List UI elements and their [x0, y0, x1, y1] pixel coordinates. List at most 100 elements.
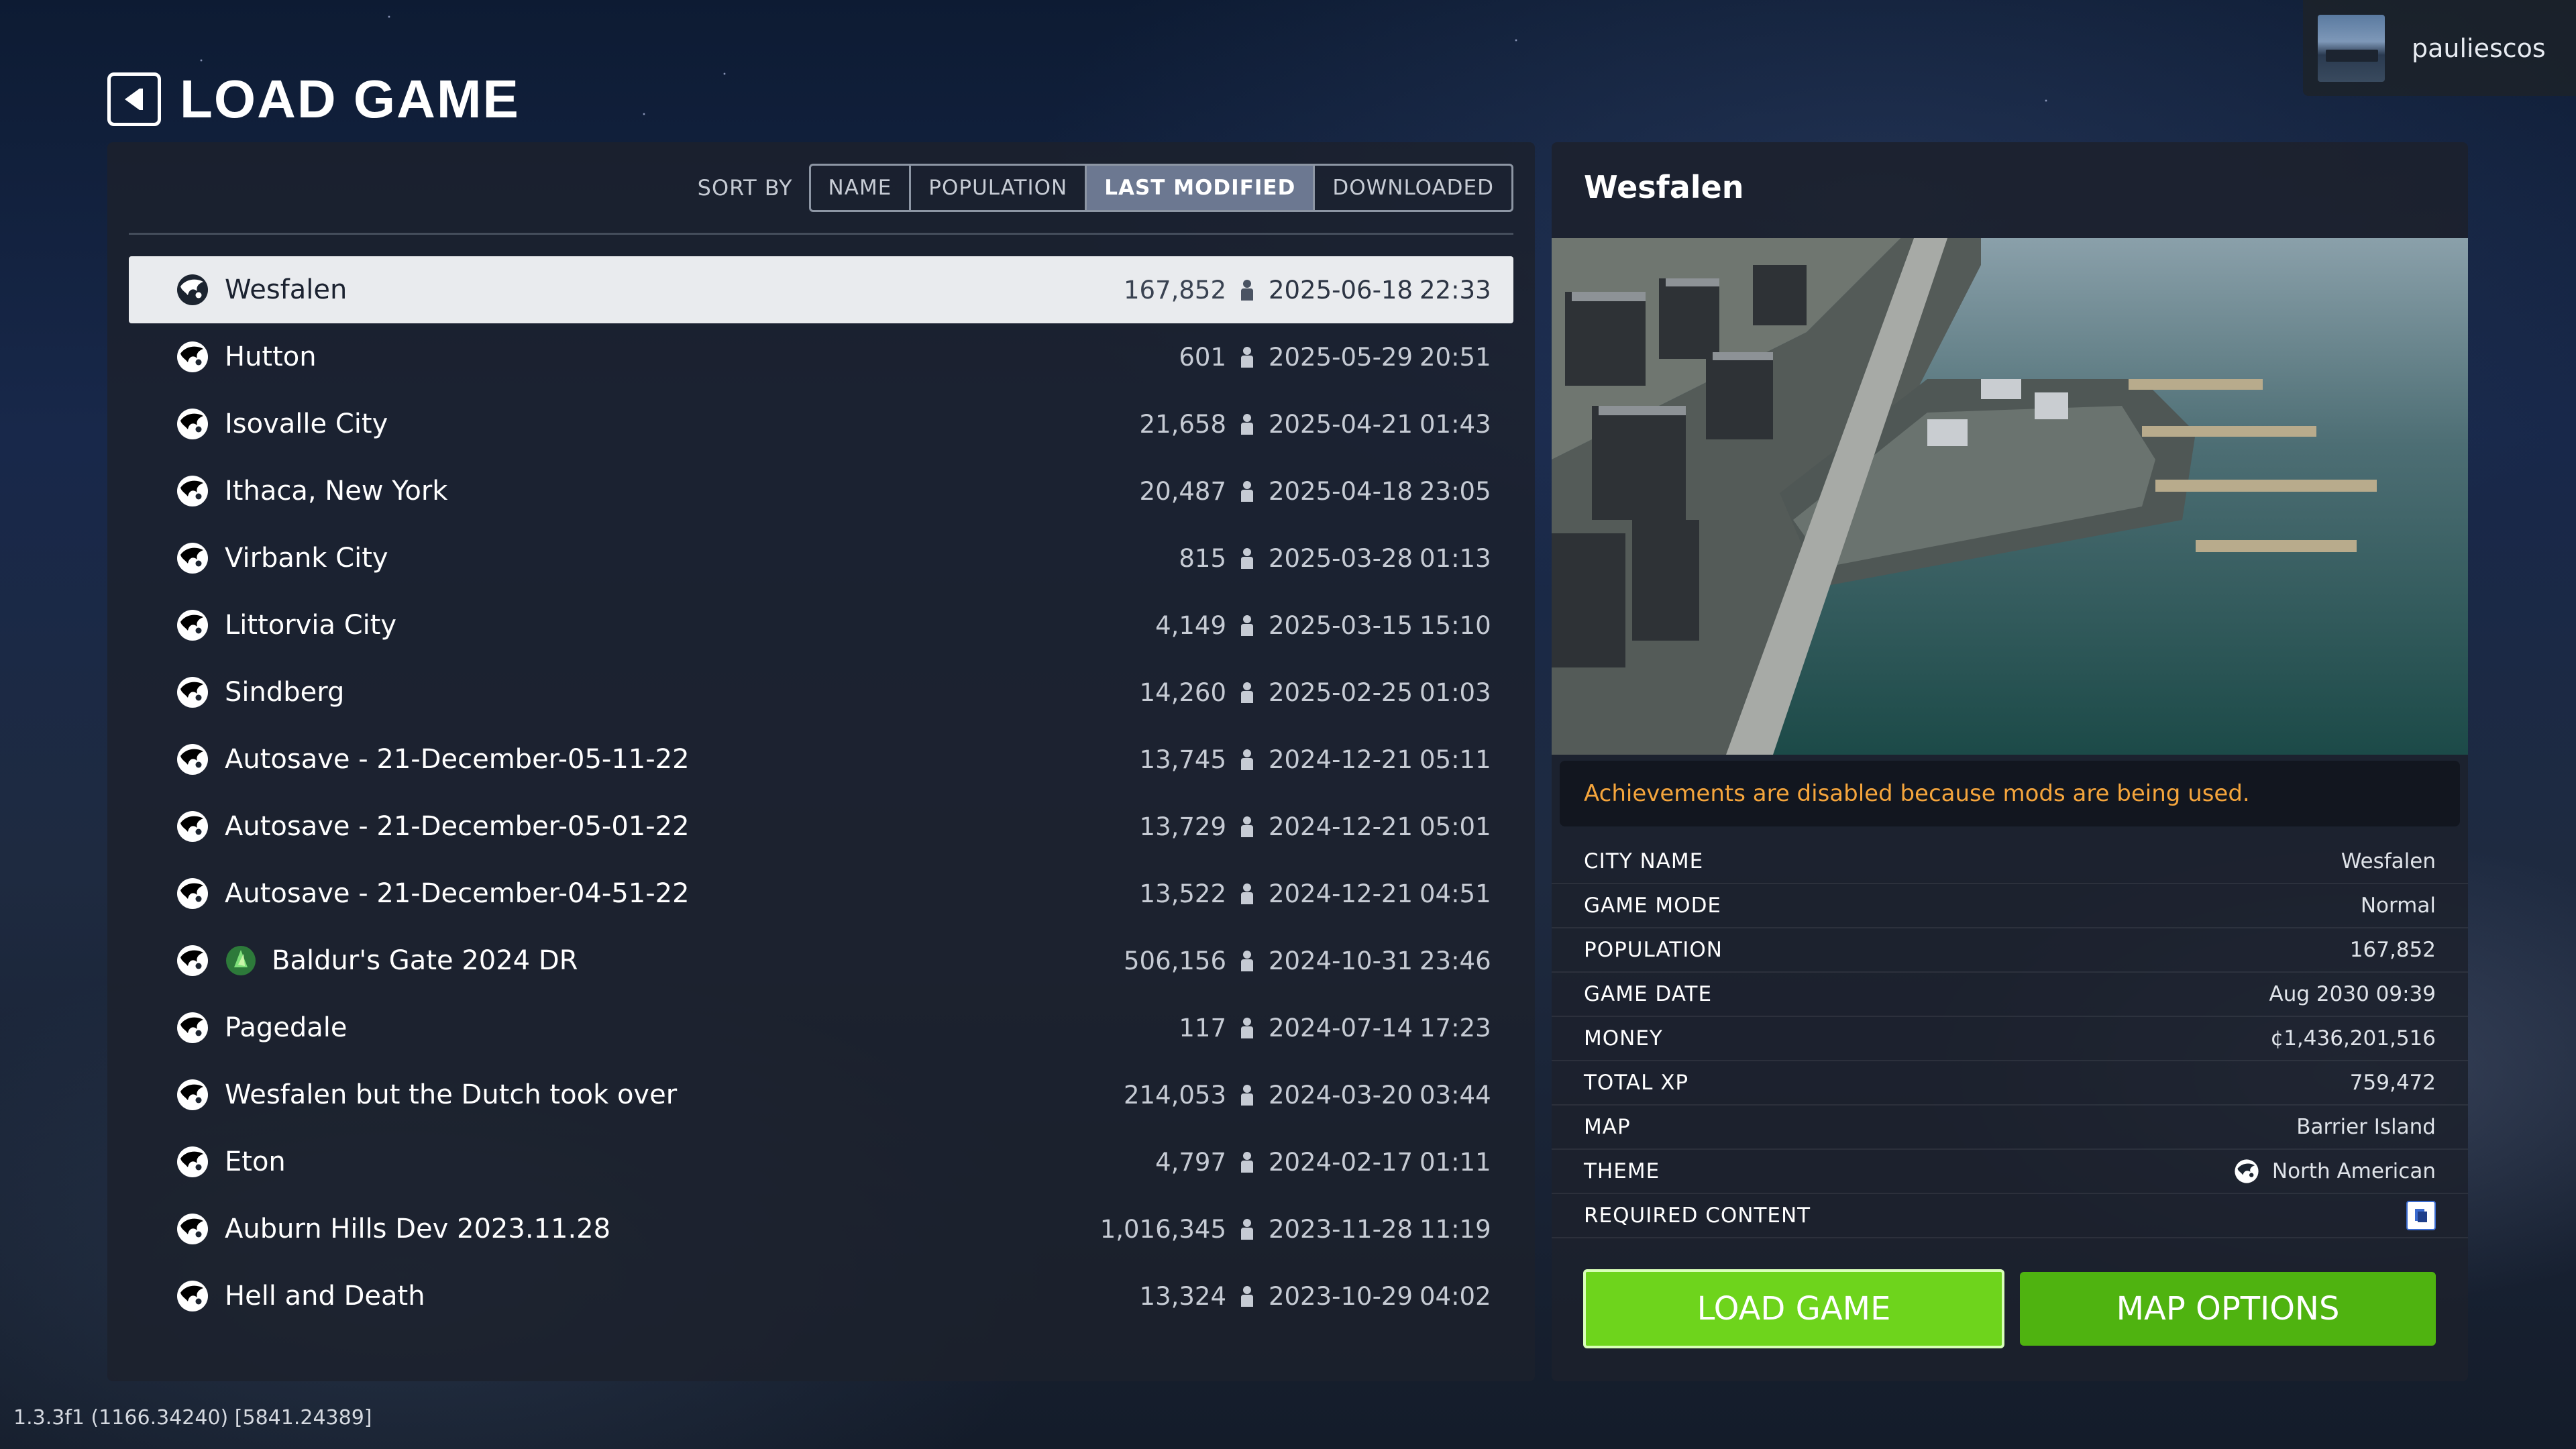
- info-row-required-content: REQUIRED CONTENT: [1552, 1194, 2468, 1238]
- save-name: Wesfalen: [225, 274, 347, 305]
- city-info-table: CITY NAME Wesfalen GAME MODE Normal POPU…: [1552, 840, 2468, 1238]
- save-population: 14,260: [1139, 678, 1226, 707]
- info-row-map: MAP Barrier Island: [1552, 1106, 2468, 1150]
- save-population: 815: [1179, 543, 1226, 573]
- info-value: Barrier Island: [2296, 1115, 2436, 1139]
- save-population: 1,016,345: [1099, 1214, 1226, 1244]
- info-label: GAME MODE: [1584, 894, 1722, 918]
- north-american-theme-icon: [176, 676, 209, 709]
- population-icon: [1240, 1218, 1254, 1240]
- save-row[interactable]: Isovalle City 21,658 2025-04-21 01:43: [129, 390, 1513, 458]
- sort-population-button[interactable]: POPULATION: [909, 166, 1085, 210]
- save-time: 05:11: [1419, 745, 1491, 774]
- north-american-theme-icon: [176, 944, 209, 977]
- info-label: MAP: [1584, 1115, 1631, 1139]
- save-row[interactable]: Ithaca, New York 20,487 2025-04-18 23:05: [129, 458, 1513, 525]
- save-name: Autosave - 21-December-05-01-22: [225, 811, 690, 842]
- save-row[interactable]: Littorvia City 4,149 2025-03-15 15:10: [129, 592, 1513, 659]
- population-icon: [1240, 816, 1254, 837]
- save-name: Autosave - 21-December-04-51-22: [225, 878, 690, 909]
- save-date: 2024-03-20: [1268, 1080, 1413, 1110]
- north-american-theme-icon: [176, 474, 209, 508]
- save-population: 506,156: [1123, 946, 1226, 975]
- save-time: 04:51: [1419, 879, 1491, 908]
- info-label: REQUIRED CONTENT: [1584, 1203, 1811, 1228]
- save-row[interactable]: Baldur's Gate 2024 DR 506,156 2024-10-31 23…: [129, 927, 1513, 994]
- page-title: LOAD GAME: [180, 68, 520, 129]
- save-time: 01:03: [1419, 678, 1491, 707]
- save-row[interactable]: Hutton 601 2025-05-29 20:51: [129, 323, 1513, 390]
- save-name: Sindberg: [225, 677, 345, 708]
- save-row[interactable]: Eton 4,797 2024-02-17 01:11: [129, 1128, 1513, 1195]
- page-header: LOAD GAME: [107, 68, 520, 129]
- save-time: 04:02: [1419, 1281, 1491, 1311]
- map-options-button[interactable]: MAP OPTIONS: [2020, 1272, 2436, 1346]
- mod-icon: [225, 945, 257, 977]
- save-date: 2024-10-31: [1268, 946, 1413, 975]
- info-row-population: POPULATION 167,852: [1552, 928, 2468, 973]
- info-row-theme: THEME North American: [1552, 1150, 2468, 1194]
- theme-name: North American: [2271, 1159, 2436, 1183]
- info-value: Wesfalen: [2341, 849, 2436, 873]
- info-label: POPULATION: [1584, 938, 1723, 962]
- population-icon: [1240, 1017, 1254, 1038]
- save-time: 23:46: [1419, 946, 1491, 975]
- save-time: 01:11: [1419, 1147, 1491, 1177]
- info-label: CITY NAME: [1584, 849, 1704, 873]
- save-row[interactable]: Autosave - 21-December-05-01-22 13,729 202…: [129, 793, 1513, 860]
- save-date: 2024-12-21: [1268, 879, 1413, 908]
- avatar: [2318, 14, 2385, 82]
- info-value: Normal: [2360, 894, 2436, 918]
- save-time: 20:51: [1419, 342, 1491, 372]
- save-population: 4,149: [1155, 610, 1226, 640]
- details-title: Wesfalen: [1584, 169, 1744, 205]
- save-date: 2024-02-17: [1268, 1147, 1413, 1177]
- info-label: THEME: [1584, 1159, 1660, 1183]
- save-name: Autosave - 21-December-05-11-22: [225, 744, 690, 775]
- info-value: 759,472: [2349, 1071, 2436, 1095]
- save-row[interactable]: Wesfalen 167,852 2025-06-18 22:33: [129, 256, 1513, 323]
- save-row[interactable]: Autosave - 21-December-04-51-22 13,522 202…: [129, 860, 1513, 927]
- save-list: Wesfalen 167,852 2025-06-18 22:33 Hutton 601 2…: [129, 256, 1513, 1330]
- sort-downloaded-button[interactable]: DOWNLOADED: [1313, 166, 1511, 210]
- population-icon: [1240, 614, 1254, 636]
- username: pauliescos: [2412, 33, 2546, 63]
- save-row[interactable]: Pagedale 117 2024-07-14 17:23: [129, 994, 1513, 1061]
- population-icon: [1240, 682, 1254, 703]
- save-details-panel: Wesfalen Achievements are disabled becau…: [1552, 142, 2468, 1381]
- save-row[interactable]: Hell and Death 13,324 2023-10-29 04:02: [129, 1263, 1513, 1330]
- save-row[interactable]: Wesfalen but the Dutch took over 214,053 2…: [129, 1061, 1513, 1128]
- save-population: 13,729: [1139, 812, 1226, 841]
- info-value: North American: [2233, 1158, 2436, 1185]
- info-label: MONEY: [1584, 1026, 1663, 1051]
- save-row[interactable]: Autosave - 21-December-05-11-22 13,745 202…: [129, 726, 1513, 793]
- required-content-icon[interactable]: [2406, 1201, 2436, 1230]
- population-icon: [1240, 1285, 1254, 1307]
- north-american-theme-icon: [176, 541, 209, 575]
- save-population: 214,053: [1123, 1080, 1226, 1110]
- north-american-theme-icon: [176, 340, 209, 374]
- population-icon: [1240, 346, 1254, 368]
- sort-last-modified-button[interactable]: LAST MODIFIED: [1085, 166, 1313, 210]
- info-row-game-mode: GAME MODE Normal: [1552, 884, 2468, 928]
- sort-name-button[interactable]: NAME: [811, 166, 910, 210]
- population-icon: [1240, 749, 1254, 770]
- save-row[interactable]: Sindberg 14,260 2025-02-25 01:03: [129, 659, 1513, 726]
- save-population: 117: [1179, 1013, 1226, 1042]
- save-row[interactable]: Virbank City 815 2025-03-28 01:13: [129, 525, 1513, 592]
- user-profile[interactable]: pauliescos: [2303, 0, 2576, 96]
- save-row[interactable]: Auburn Hills Dev 2023.11.28 1,016,345 2023…: [129, 1195, 1513, 1263]
- sort-bar: SORT BY NAME POPULATION LAST MODIFIED DO…: [698, 164, 1513, 212]
- population-icon: [1240, 883, 1254, 904]
- save-time: 15:10: [1419, 610, 1491, 640]
- north-american-theme-icon: [2235, 1159, 2259, 1183]
- load-game-button[interactable]: LOAD GAME: [1583, 1269, 2004, 1348]
- save-date: 2023-11-28: [1268, 1214, 1413, 1244]
- save-name: Auburn Hills Dev 2023.11.28: [225, 1214, 611, 1244]
- save-date: 2025-03-28: [1268, 543, 1413, 573]
- back-button[interactable]: [107, 72, 161, 126]
- info-row-city-name: CITY NAME Wesfalen: [1552, 840, 2468, 884]
- save-name: Wesfalen but the Dutch took over: [225, 1079, 678, 1110]
- population-icon: [1240, 1151, 1254, 1173]
- save-population: 601: [1179, 342, 1226, 372]
